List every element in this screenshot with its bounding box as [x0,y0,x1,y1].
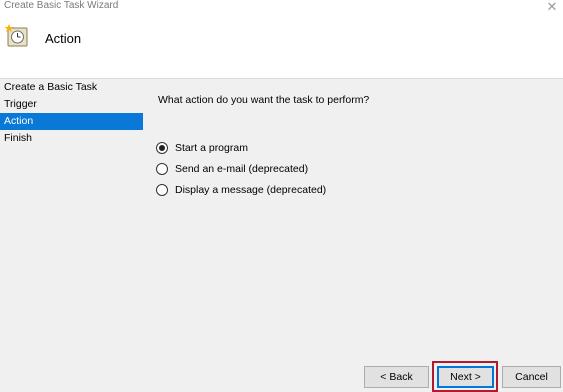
close-icon[interactable]: ✕ [541,0,563,14]
option-start-program[interactable]: Start a program [156,137,553,158]
task-scheduler-icon [5,24,28,47]
action-question: What action do you want the task to perf… [158,94,370,106]
wizard-steps-nav: Create a Basic Task Trigger Action Finis… [0,79,143,147]
option-send-email[interactable]: Send an e-mail (deprecated) [156,158,553,179]
window-title: Create Basic Task Wizard [4,0,119,11]
option-label: Send an e-mail (deprecated) [175,162,309,175]
cancel-button[interactable]: Cancel [502,366,561,388]
radio-start-program[interactable] [156,141,168,154]
nav-step-action[interactable]: Action [0,113,143,130]
option-label: Start a program [175,141,248,154]
back-button[interactable]: < Back [364,366,429,388]
option-display-message[interactable]: Display a message (deprecated) [156,179,553,200]
next-button[interactable]: Next > [437,366,494,388]
nav-step-trigger[interactable]: Trigger [0,96,143,113]
wizard-header: Action [0,14,563,78]
title-bar: Create Basic Task Wizard ✕ [0,0,563,14]
action-panel: What action do you want the task to perf… [156,94,553,200]
action-options: Start a program Send an e-mail (deprecat… [156,137,553,200]
page-title: Action [45,31,82,46]
nav-step-create-basic-task[interactable]: Create a Basic Task [0,79,143,96]
radio-send-email[interactable] [156,162,168,175]
radio-display-message[interactable] [156,183,168,196]
nav-step-finish[interactable]: Finish [0,130,143,147]
option-label: Display a message (deprecated) [175,183,327,196]
